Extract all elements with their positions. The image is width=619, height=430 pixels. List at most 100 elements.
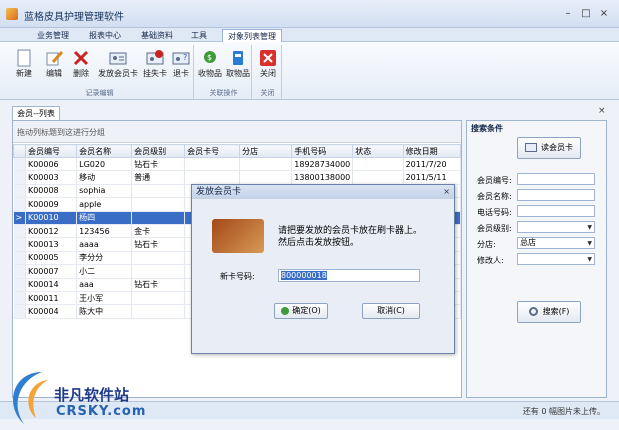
delete-button[interactable]: 删除 <box>68 47 94 85</box>
row-header[interactable] <box>13 278 26 292</box>
new-button[interactable]: 新建 <box>8 47 40 85</box>
table-row[interactable]: K00003 移动 普通 13800138000 2011/5/11 <box>13 170 462 185</box>
row-header[interactable]: > <box>13 211 26 225</box>
close-button[interactable]: 关闭 <box>254 47 282 85</box>
table-cell[interactable]: aaa <box>76 278 133 292</box>
table-cell[interactable]: 李分分 <box>76 251 133 266</box>
table-cell[interactable]: K00009 <box>25 197 78 212</box>
column-header[interactable]: 修改日期 <box>402 144 462 158</box>
pickup-items-button[interactable]: 取物品 <box>224 47 252 85</box>
table-cell[interactable] <box>131 291 186 306</box>
table-cell[interactable] <box>131 197 186 212</box>
table-cell[interactable] <box>239 157 293 172</box>
table-cell[interactable]: 王小军 <box>76 291 133 306</box>
menu-base-data[interactable]: 基础资料 <box>134 29 180 42</box>
read-card-button[interactable]: 读会员卡 <box>517 137 581 159</box>
table-cell[interactable]: 移动 <box>76 170 133 185</box>
table-cell[interactable]: K00008 <box>25 184 78 199</box>
table-cell[interactable] <box>131 304 186 319</box>
menu-reports[interactable]: 报表中心 <box>82 29 128 42</box>
issue-card-button[interactable]: 发放会员卡 <box>96 47 140 85</box>
table-cell[interactable] <box>131 211 186 225</box>
search-dropdown[interactable]: ▼ <box>517 253 595 265</box>
search-input[interactable] <box>517 205 595 217</box>
row-header[interactable] <box>13 251 26 266</box>
row-header[interactable] <box>13 264 26 279</box>
column-header[interactable]: 会员卡号 <box>184 144 241 158</box>
table-cell[interactable]: 13800138000 <box>291 170 354 185</box>
row-header[interactable] <box>13 291 26 306</box>
tab-member-list[interactable]: 会员--列表 <box>12 106 60 120</box>
cancel-button[interactable]: 取消(C) <box>362 303 420 319</box>
table-cell[interactable] <box>131 184 186 199</box>
table-row[interactable]: K00006 LG020 钻石卡 18928734000 2011/7/20 <box>13 157 462 172</box>
column-header[interactable]: 手机号码 <box>291 144 354 158</box>
table-cell[interactable]: 普通 <box>131 170 186 185</box>
column-header[interactable]: 会员级别 <box>131 144 186 158</box>
dropdown-arrow-icon[interactable]: ▼ <box>587 239 592 249</box>
row-header[interactable] <box>13 304 26 319</box>
table-cell[interactable]: K00003 <box>25 170 78 185</box>
table-cell[interactable]: 18928734000 <box>291 157 354 172</box>
search-input[interactable] <box>517 173 595 185</box>
menu-tools[interactable]: 工具 <box>184 29 214 42</box>
table-cell[interactable]: K00011 <box>25 291 78 306</box>
table-cell[interactable]: 2011/5/11 <box>403 170 462 185</box>
table-cell[interactable] <box>184 170 241 185</box>
column-header[interactable]: 会员名称 <box>76 144 133 158</box>
table-cell[interactable]: K00013 <box>25 237 78 252</box>
search-dropdown[interactable]: ▼ <box>517 221 595 233</box>
report-loss-button[interactable]: 挂失卡 <box>140 47 170 85</box>
dropdown-arrow-icon[interactable]: ▼ <box>587 223 592 233</box>
table-cell[interactable]: 小二 <box>76 264 133 279</box>
table-cell[interactable]: sophia <box>76 184 133 199</box>
table-cell[interactable]: 金卡 <box>131 224 186 239</box>
row-header[interactable] <box>13 157 26 172</box>
table-cell[interactable]: K00006 <box>25 157 78 172</box>
dialog-close-icon[interactable]: × <box>443 185 450 199</box>
table-cell[interactable] <box>239 170 293 185</box>
dropdown-arrow-icon[interactable]: ▼ <box>587 255 592 265</box>
ok-button[interactable]: 确定(O) <box>274 303 328 319</box>
column-header[interactable]: 会员编号 <box>24 144 78 158</box>
maximize-button[interactable]: □ <box>578 7 594 21</box>
return-card-button[interactable]: ? 退卡 <box>168 47 194 85</box>
row-header[interactable] <box>13 184 26 199</box>
table-cell[interactable]: aaaa <box>76 237 133 252</box>
receive-items-button[interactable]: $ 收物品 <box>196 47 224 85</box>
table-cell[interactable]: K00004 <box>25 304 78 319</box>
edit-button[interactable]: 编辑 <box>38 47 70 85</box>
table-cell[interactable] <box>184 157 241 172</box>
table-cell[interactable]: K00014 <box>25 278 78 292</box>
table-cell[interactable]: K00010 <box>25 211 78 225</box>
new-card-number-field[interactable]: 800000018 <box>278 269 420 282</box>
table-cell[interactable]: 陈大中 <box>76 304 133 319</box>
row-header[interactable] <box>13 197 26 212</box>
column-header[interactable]: 分店 <box>239 144 293 158</box>
table-cell[interactable]: 杨四 <box>76 211 133 225</box>
search-dropdown[interactable]: 总店 ▼ <box>517 237 595 249</box>
table-cell[interactable]: 钻石卡 <box>131 278 186 292</box>
table-cell[interactable]: K00012 <box>25 224 78 239</box>
table-cell[interactable]: 钻石卡 <box>131 157 186 172</box>
menu-object-list[interactable]: 对象列表管理 <box>222 29 282 42</box>
row-header[interactable] <box>13 224 26 239</box>
search-input[interactable] <box>517 189 595 201</box>
menu-business[interactable]: 业务管理 <box>30 29 76 42</box>
table-cell[interactable] <box>352 157 404 172</box>
row-header[interactable] <box>13 170 26 185</box>
table-cell[interactable]: LG020 <box>76 157 133 172</box>
table-cell[interactable] <box>131 251 186 266</box>
table-cell[interactable]: 123456 <box>76 224 133 239</box>
table-cell[interactable] <box>131 264 186 279</box>
table-cell[interactable]: 钻石卡 <box>131 237 186 252</box>
row-header[interactable] <box>13 237 26 252</box>
search-button[interactable]: 搜索(F) <box>517 301 581 323</box>
table-cell[interactable]: K00007 <box>25 264 78 279</box>
table-cell[interactable]: K00005 <box>25 251 78 266</box>
close-window-button[interactable]: × <box>596 7 612 21</box>
table-cell[interactable] <box>352 170 404 185</box>
minimize-button[interactable]: – <box>560 7 576 21</box>
table-cell[interactable]: 2011/7/20 <box>403 157 462 172</box>
close-tab-icon[interactable]: × <box>598 106 606 116</box>
